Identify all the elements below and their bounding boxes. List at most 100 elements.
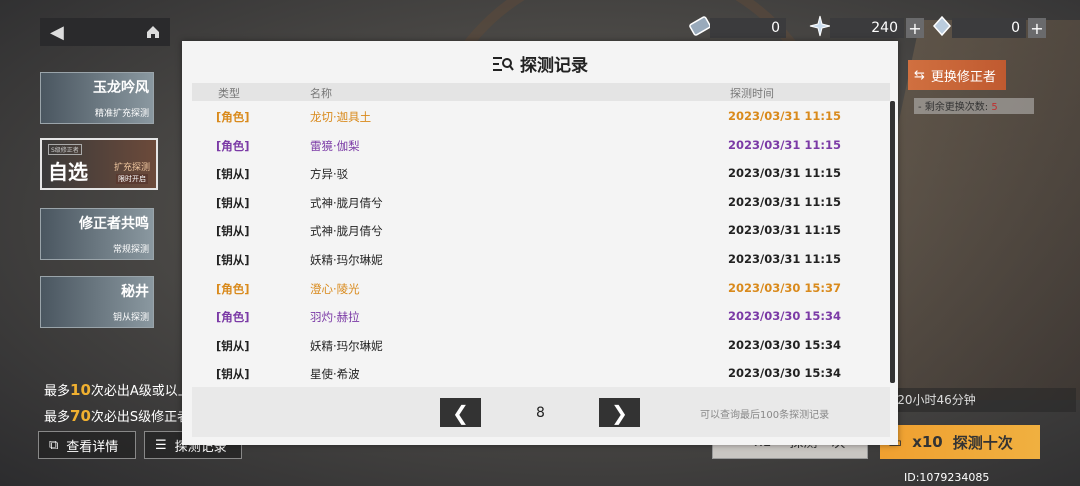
currency-ticket: 0 [710,18,786,38]
swap-corrector-button[interactable]: ⇆ 更换修正者 [908,60,1006,90]
record-type: [角色] [216,138,250,153]
record-type: [角色] [216,310,250,325]
guarantee-count: 70 [70,407,91,425]
banner-secret-well[interactable]: 秘井 钥从探测 [40,276,154,328]
record-time: 2023/03/31 11:15 [728,109,842,123]
banner-title: 修正者共鸣 [79,216,149,232]
list-icon: ☰ [155,437,167,453]
modal-title: 探测记录 [182,51,898,76]
record-name: 妖精·玛尔琳妮 [310,338,383,353]
record-time: 2023/03/31 11:15 [728,137,842,152]
record-time: 2023/03/31 11:15 [728,251,842,266]
banner-yulong[interactable]: 玉龙吟风 精准扩充探测 [40,72,154,124]
chevron-right-icon: ❯ [611,400,628,425]
guarantee-suffix: 次必出A级或以上 [90,384,191,399]
ticket-icon [689,16,711,36]
user-id: ID:1079234085 [904,471,990,484]
banner-subtitle: 钥从探测 [112,313,149,323]
scrollbar-thumb[interactable] [890,101,895,383]
record-type: [角色] [216,281,250,296]
details-icon: ⧉ [49,437,59,453]
back-arrow-icon: ◀ [50,21,64,43]
guarantee-prefix: 最多 [44,410,71,425]
record-name: 澄心·陵光 [310,281,360,296]
record-list[interactable]: [角色] 龙切·迦具土 2023/03/31 11:15 [角色] 雷獍·伽梨 2023/… [192,101,880,387]
record-name: 妖精·玛尔琳妮 [310,252,383,267]
record-row: [钥从] 方异·驳 2023/03/31 11:15 [192,158,880,187]
record-name: 式神·胧月倩兮 [310,195,383,210]
record-name: 羽灼·赫拉 [310,310,360,325]
record-time: 2023/03/31 11:15 [728,194,842,209]
chevron-left-icon: ❮ [452,400,469,425]
record-row: [角色] 龙切·迦具土 2023/03/31 11:15 [192,101,880,130]
prev-page-button[interactable]: ❮ [440,398,481,427]
guarantee-a-rank: 最多10次必出A级或以上 [44,380,191,399]
guarantee-prefix: 最多 [44,384,71,399]
record-row: [角色] 羽灼·赫拉 2023/03/30 15:34 [192,301,880,330]
table-header: 类型 名称 探测时间 [192,83,890,101]
record-time: 2023/03/30 15:34 [728,337,842,352]
view-details-label: 查看详情 [66,439,119,455]
view-details-button[interactable]: ⧉ 查看详情 [38,431,136,459]
next-page-button[interactable]: ❯ [599,398,640,427]
record-row: [钥从] 妖精·玛尔琳妮 2023/03/30 15:34 [192,330,880,359]
record-type: [钥从] [216,195,250,210]
record-time: 2023/03/30 15:34 [728,366,842,381]
pager-note: 可以查询最后100条探测记录 [700,410,830,421]
page-number: 8 [536,405,545,421]
banner-subtitle: 常规探测 [112,245,149,255]
record-name: 式神·胧月倩兮 [310,224,383,239]
record-type: [角色] [216,110,250,124]
record-modal: 探测记录 类型 名称 探测时间 [角色] 龙切·迦具土 2023/03/31 11:… [182,41,898,445]
currency-value: 240 [871,20,898,36]
record-row: [钥从] 妖精·玛尔琳妮 2023/03/31 11:15 [192,244,880,273]
record-type: [钥从] [216,167,250,182]
banner-title: 秘井 [121,284,149,300]
crystal-icon [932,15,952,37]
record-time: 2023/03/30 15:34 [728,309,842,324]
record-time: 2023/03/31 11:15 [728,166,842,181]
swap-label: 更换修正者 [930,69,996,85]
currency-crystal: 0 + [952,18,1046,38]
record-type: [钥从] [216,367,250,382]
record-time: 2023/03/31 11:15 [728,223,842,238]
column-name: 名称 [310,87,332,100]
record-name: 星使·希波 [310,367,360,382]
record-search-icon [493,56,514,71]
star-shard-icon [809,15,831,37]
guarantee-suffix: 次必出S级修正者 [90,410,191,425]
record-name: 龙切·迦具土 [310,110,372,124]
record-time: 2023/03/30 15:37 [728,280,842,295]
record-row: [钥从] 式神·胧月倩兮 2023/03/31 11:15 [192,187,880,216]
banner-resonance[interactable]: 修正者共鸣 常规探测 [40,208,154,260]
remaining-swaps: - 剩余更换次数: 5 [914,98,1034,114]
record-row: [角色] 雷獍·伽梨 2023/03/31 11:15 [192,130,880,159]
currency-value: 0 [1011,20,1020,36]
currency-star: 240 + [830,18,924,38]
column-type: 类型 [218,87,240,100]
draw-ten-button[interactable]: ▭ x10 探测十次 [880,425,1040,459]
record-name: 方异·驳 [310,167,349,182]
record-type: [钥从] [216,252,250,267]
record-row: [钥从] 式神·胧月倩兮 2023/03/31 11:15 [192,215,880,244]
banner-note: 限时开启 [116,174,148,184]
home-button[interactable] [136,18,170,46]
draw-ten-label: 探测十次 [952,433,1013,452]
banner-title: 自选 [48,160,88,184]
add-currency-button[interactable]: + [906,18,924,38]
banner-custom-select[interactable]: S级修正者 自选 扩充探测 限时开启 [40,138,158,190]
remaining-label: - 剩余更换次数: [918,102,989,113]
column-time: 探测时间 [730,87,774,100]
modal-title-text: 探测记录 [520,56,588,76]
guarantee-count: 10 [70,381,91,399]
draw-ten-count: x10 [912,433,943,451]
swap-icon: ⇆ [914,67,925,83]
banner-tag: S级修正者 [48,144,82,155]
record-row: [钥从] 星使·希波 2023/03/30 15:34 [192,358,880,387]
remaining-count: 5 [991,102,998,113]
record-row: [角色] 澄心·陵光 2023/03/30 15:37 [192,273,880,302]
guarantee-s-rank: 最多70次必出S级修正者 [44,406,190,425]
banner-subtitle: 精准扩充探测 [94,109,149,119]
currency-value: 0 [771,20,780,36]
add-currency-button[interactable]: + [1028,18,1046,38]
